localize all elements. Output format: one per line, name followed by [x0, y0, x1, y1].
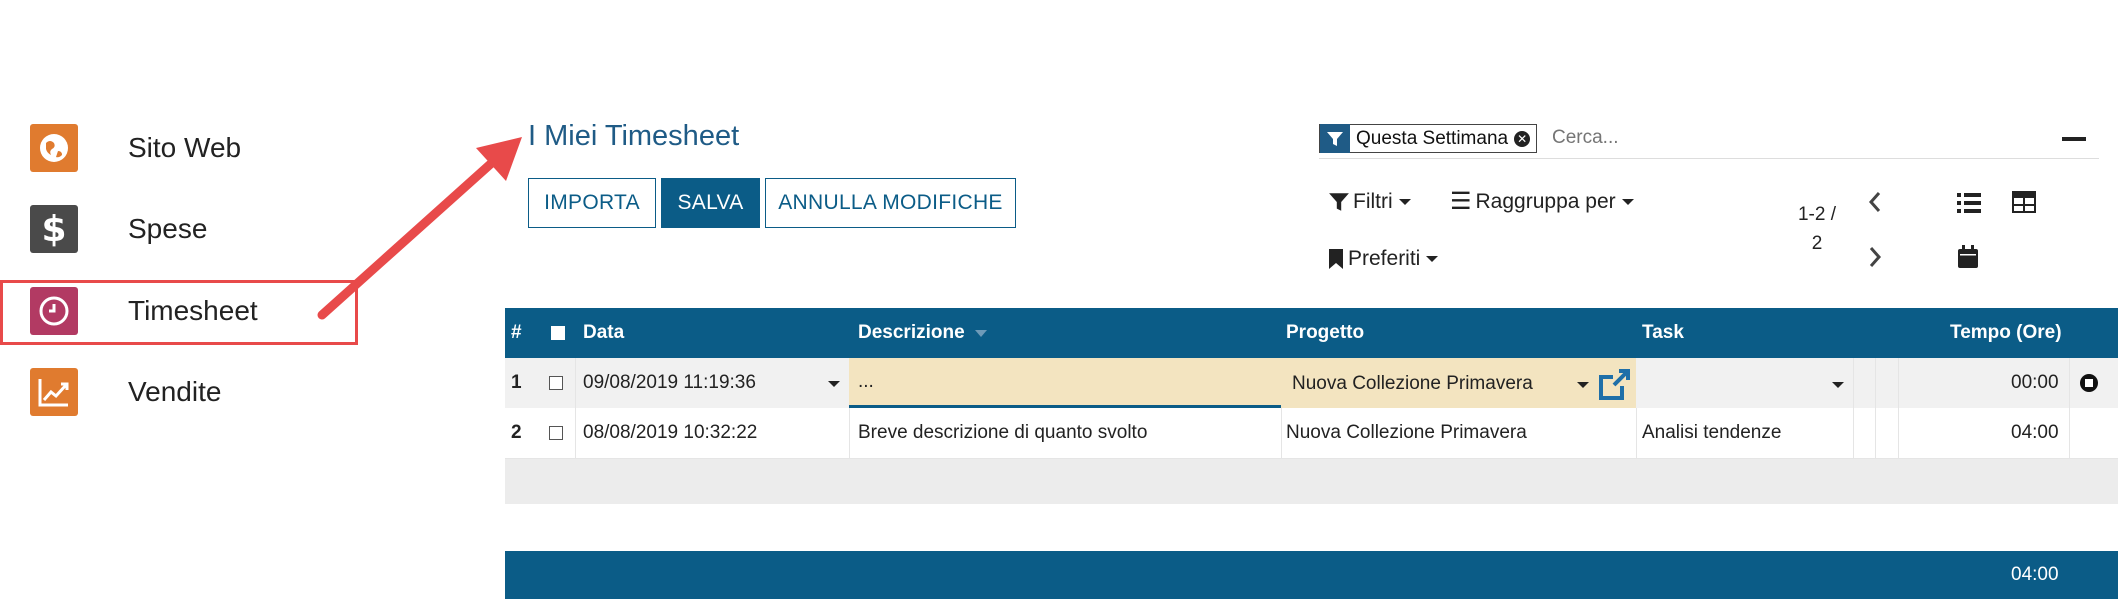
empty-row: [505, 459, 2118, 504]
calendar-icon[interactable]: [1957, 245, 1979, 269]
table-row[interactable]: 2 08/08/2019 10:32:22 Breve descrizione …: [505, 408, 2118, 459]
trend-chart-icon: [30, 368, 78, 416]
stop-timer-icon[interactable]: [2079, 373, 2099, 393]
row-number: 2: [511, 422, 522, 443]
table-row[interactable]: 1 09/08/2019 11:19:36 ... Nuova Collezio…: [505, 358, 2118, 408]
row-checkbox[interactable]: [549, 376, 563, 390]
task-cell[interactable]: Analisi tendenze: [1642, 408, 1781, 458]
date-dropdown-icon[interactable]: [828, 381, 840, 387]
pager-next-icon[interactable]: [1867, 245, 1883, 269]
search-facet-label: Questa Settimana: [1356, 127, 1509, 149]
search-input[interactable]: [1552, 124, 2002, 152]
collapse-icon[interactable]: [2062, 137, 2086, 141]
external-link-icon[interactable]: [1597, 367, 1631, 401]
row-checkbox[interactable]: [549, 426, 563, 440]
page-title: I Miei Timesheet: [528, 120, 740, 152]
group-by-label: Raggruppa per: [1475, 190, 1616, 213]
column-number: #: [511, 322, 522, 343]
search-facet: Questa Settimana ✕: [1319, 124, 1538, 153]
description-value: ...: [858, 371, 874, 392]
dollar-icon: $: [30, 205, 78, 253]
project-cell[interactable]: Nuova Collezione Primavera: [1286, 408, 1527, 458]
bars-icon: ☰: [1450, 188, 1472, 215]
pager-previous-icon[interactable]: [1867, 190, 1883, 214]
sidebar-item-label: Spese: [128, 213, 208, 244]
bookmark-icon: [1329, 249, 1343, 269]
column-time[interactable]: Tempo (Ore): [1950, 308, 2062, 358]
column-project[interactable]: Progetto: [1286, 308, 1364, 358]
grid-view-icon[interactable]: [2012, 191, 2036, 213]
date-field[interactable]: 09/08/2019 11:19:36: [583, 358, 756, 408]
filter-icon: [1329, 193, 1349, 211]
table-footer: 04:00: [505, 551, 2118, 599]
filters-dropdown[interactable]: Filtri: [1328, 190, 1411, 214]
column-date[interactable]: Data: [583, 308, 624, 358]
project-select[interactable]: Nuova Collezione Primavera: [1281, 358, 1636, 408]
caret-down-icon: [1621, 199, 1634, 205]
globe-icon: [30, 124, 78, 172]
sidebar-item-sito-web[interactable]: Sito Web: [30, 120, 241, 176]
pager-total: 2: [1811, 233, 1823, 254]
save-button[interactable]: SALVA: [661, 178, 760, 228]
search-underline: [1319, 158, 2099, 159]
filters-label: Filtri: [1353, 190, 1393, 213]
filter-icon: [1320, 124, 1350, 153]
sidebar-item-spese[interactable]: $ Spese: [30, 201, 207, 257]
total-time: 04:00: [2011, 564, 2059, 585]
favorites-label: Preferiti: [1348, 247, 1421, 270]
sidebar-item-vendite[interactable]: Vendite: [30, 364, 221, 420]
table-header: # Data Descrizione Progetto Task Tempo (…: [505, 308, 2118, 358]
select-all-checkbox[interactable]: [551, 326, 565, 340]
time-field[interactable]: 00:00: [2011, 358, 2059, 408]
group-by-dropdown[interactable]: ☰ Raggruppa per: [1450, 190, 1634, 214]
list-view-icon[interactable]: [1957, 192, 1981, 214]
import-button[interactable]: IMPORTA: [528, 178, 656, 228]
date-cell[interactable]: 08/08/2019 10:32:22: [583, 408, 757, 458]
sidebar-item-label: Vendite: [128, 376, 222, 407]
pager-range: 1-2 /: [1797, 204, 1837, 225]
task-select[interactable]: [1636, 358, 1864, 408]
column-description[interactable]: Descrizione: [858, 308, 965, 358]
description-input[interactable]: ...: [849, 358, 1281, 408]
sidebar-item-label: Sito Web: [128, 132, 242, 163]
task-dropdown-icon: [1832, 382, 1844, 388]
favorites-dropdown[interactable]: Preferiti: [1328, 247, 1439, 271]
pager-value[interactable]: 1-2 / 2: [1790, 200, 1844, 258]
caret-down-icon: [1426, 256, 1439, 262]
annotation-arrow: [317, 137, 522, 320]
description-cell[interactable]: Breve descrizione di quanto svolto: [858, 408, 1147, 458]
remove-facet-icon[interactable]: ✕: [1514, 130, 1531, 147]
row-number: 1: [511, 372, 522, 393]
time-cell[interactable]: 04:00: [2011, 408, 2059, 458]
project-dropdown-icon: [1577, 382, 1589, 388]
column-task[interactable]: Task: [1642, 308, 1684, 358]
sort-caret-icon: [975, 330, 987, 337]
discard-changes-button[interactable]: ANNULLA MODIFICHE: [765, 178, 1016, 228]
project-value: Nuova Collezione Primavera: [1292, 373, 1533, 394]
caret-down-icon: [1398, 199, 1411, 205]
